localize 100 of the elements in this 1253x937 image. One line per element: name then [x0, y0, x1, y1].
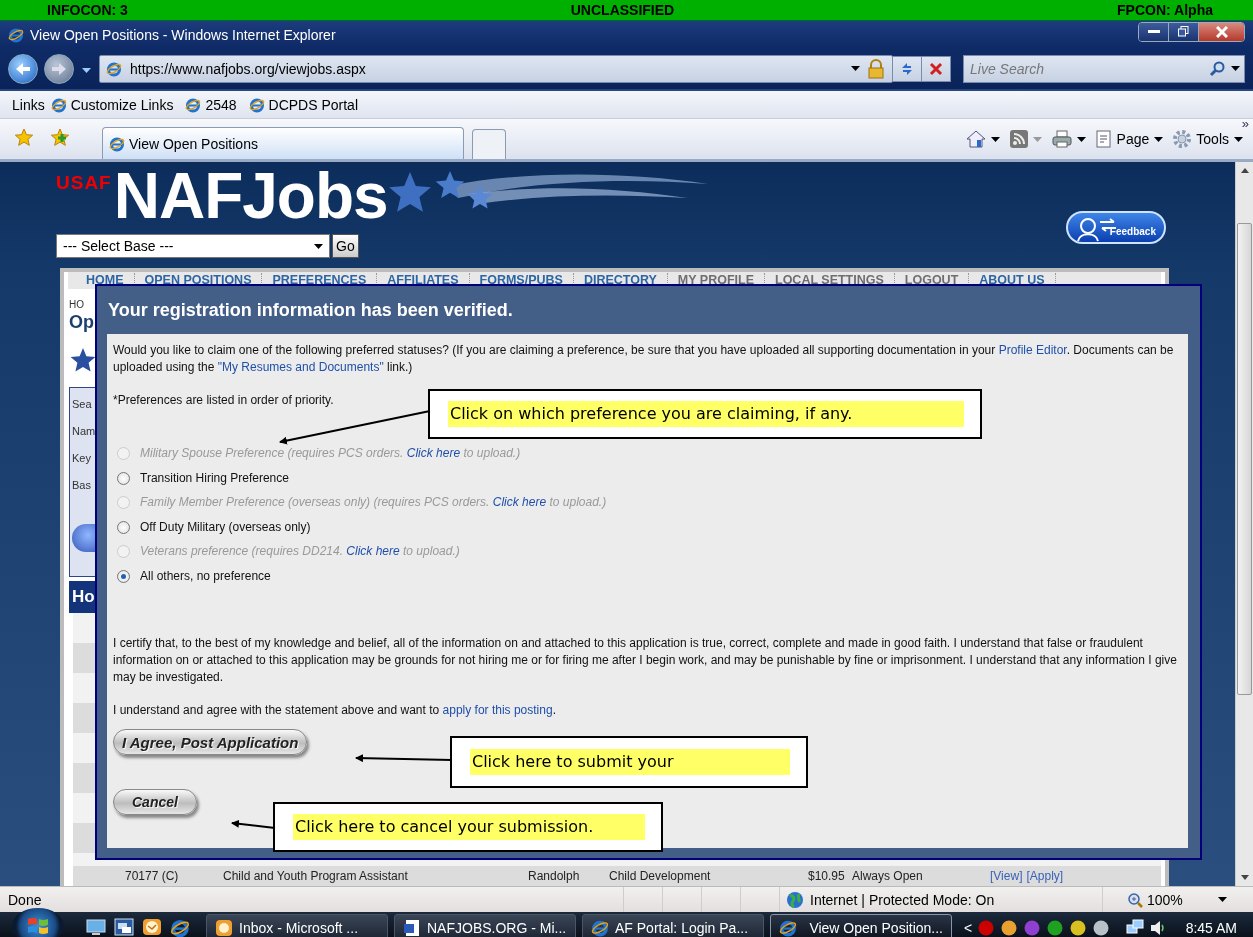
- table-cell-text: Always Open: [852, 869, 924, 883]
- callout-text: Click here to cancel your submission.: [293, 814, 645, 840]
- agree-button[interactable]: I Agree, Post Application: [113, 729, 308, 755]
- browser-icon: [170, 918, 190, 937]
- table-cell-text: Randolph: [528, 869, 581, 883]
- minimize-button[interactable]: [1139, 22, 1169, 41]
- row-link[interactable]: [View]: [990, 869, 1023, 883]
- window-title: View Open Positions - Windows Internet Explorer: [30, 26, 336, 43]
- fpcon-label: FPCON: Alpha: [1117, 2, 1213, 18]
- security-zone[interactable]: Internet | Protected Mode: On: [810, 891, 995, 908]
- scroll-down-icon[interactable]: [1240, 875, 1249, 880]
- page-menu[interactable]: Page: [1095, 130, 1164, 148]
- select-text: --- Select Base ---: [63, 238, 174, 254]
- star-icon: [14, 127, 34, 148]
- volume-icon[interactable]: [1148, 919, 1167, 937]
- feedback-button[interactable]: Feedback: [1066, 211, 1166, 244]
- tray-icon[interactable]: [1000, 919, 1019, 937]
- breadcrumb[interactable]: HO: [69, 299, 84, 310]
- close-icon: [1215, 25, 1228, 38]
- tray-icon[interactable]: [1046, 919, 1065, 937]
- print-button[interactable]: [1051, 130, 1086, 148]
- search-label: Bas: [72, 479, 91, 491]
- caret-icon: [1032, 136, 1042, 142]
- apply-link[interactable]: apply for this posting: [442, 703, 553, 717]
- tray-icon[interactable]: [1092, 919, 1111, 937]
- more-chevron[interactable]: »: [1241, 116, 1249, 131]
- caret-icon: [1231, 66, 1240, 71]
- tray-expand[interactable]: <: [964, 920, 973, 936]
- search-label: Key: [72, 452, 91, 464]
- close-button[interactable]: [1199, 22, 1244, 41]
- back-button[interactable]: [8, 53, 38, 84]
- clock: 8:45 AM: [1185, 920, 1237, 936]
- switch-windows-icon[interactable]: [114, 918, 134, 936]
- forward-button[interactable]: [44, 53, 74, 84]
- taskbar-button[interactable]: NAFJOBS.ORG - Mi...: [394, 914, 576, 937]
- search-icon: [1209, 60, 1225, 77]
- site-logo: NAFJobs: [113, 164, 388, 228]
- favorites-link[interactable]: DCPDS Portal: [248, 96, 358, 113]
- caret-icon: [1234, 136, 1243, 142]
- feeds-button[interactable]: [1009, 130, 1042, 148]
- search-field[interactable]: Live Search: [964, 56, 1205, 81]
- refresh-button[interactable]: [892, 55, 922, 82]
- search-label: Nam: [72, 425, 96, 437]
- restore-button[interactable]: [1169, 22, 1199, 41]
- restore-icon: [1178, 26, 1189, 37]
- table-cell-text: 70177 (C): [125, 869, 180, 883]
- start-button[interactable]: [12, 908, 64, 937]
- table-cell-text: Child and Youth Program Assistant: [223, 869, 409, 883]
- forward-arrow-icon: [51, 61, 67, 76]
- search-box[interactable]: Live Search: [963, 54, 1245, 83]
- table-cell-text: Child Development: [609, 869, 712, 883]
- dropdown-icon: [851, 66, 860, 71]
- minimize-icon: [1147, 29, 1160, 34]
- address-field[interactable]: https://www.nafjobs.org/viewjobs.aspx: [99, 54, 893, 83]
- tray-icon[interactable]: [1069, 919, 1088, 937]
- option-label[interactable]: Transition Hiring Preference: [140, 469, 289, 487]
- status-text: Done: [8, 891, 42, 908]
- table-cell-text: $10.95: [808, 869, 846, 883]
- tools-menu[interactable]: Tools: [1173, 130, 1243, 148]
- logo-tag: USAF: [56, 172, 112, 194]
- home-button[interactable]: [965, 130, 1000, 148]
- browser-icon: [8, 26, 24, 43]
- taskbar-button[interactable]: AF Portal: Login Pa...: [582, 914, 764, 937]
- star-icon: [69, 347, 97, 373]
- documents-link[interactable]: "My Resumes and Documents": [217, 360, 384, 374]
- stop-button[interactable]: [921, 55, 951, 82]
- stop-icon: [929, 61, 943, 76]
- caret-icon: [82, 68, 91, 73]
- option-label[interactable]: All others, no preference: [140, 567, 271, 585]
- base-select[interactable]: --- Select Base ---: [56, 234, 330, 258]
- favorites-link[interactable]: 2548: [185, 96, 237, 113]
- taskbar-button[interactable]: Inbox - Microsoft ...: [206, 914, 388, 937]
- network-icon[interactable]: [1125, 919, 1144, 937]
- caret-icon: [1154, 136, 1164, 142]
- document-icon: [403, 919, 421, 937]
- page-icon: [185, 96, 202, 113]
- url-text: https://www.nafjobs.org/viewjobs.aspx: [130, 60, 366, 77]
- callout-text: Click here to submit your: [470, 749, 790, 775]
- radio-button[interactable]: [117, 569, 130, 583]
- row-link[interactable]: [Apply]: [1026, 869, 1064, 883]
- mail-icon: [215, 919, 233, 937]
- option-label[interactable]: Off Duty Military (overseas only): [140, 518, 311, 536]
- feed-icon: [1009, 130, 1028, 148]
- windows-logo-icon: [27, 916, 49, 936]
- profile-editor-link[interactable]: Profile Editor: [998, 343, 1067, 357]
- cancel-button[interactable]: Cancel: [113, 789, 197, 815]
- caret-icon: [1076, 136, 1086, 142]
- go-button[interactable]: Go: [332, 234, 359, 258]
- classification-label: UNCLASSIFIED: [570, 2, 675, 18]
- browser-tab[interactable]: View Open Positions: [102, 127, 464, 159]
- favorites-link[interactable]: Customize Links: [50, 96, 174, 113]
- scroll-up-icon[interactable]: [1240, 168, 1249, 173]
- radio-button[interactable]: [117, 471, 130, 485]
- scrollbar-thumb[interactable]: [1237, 223, 1252, 695]
- radio-button[interactable]: [117, 520, 130, 534]
- show-desktop-icon[interactable]: [86, 918, 106, 936]
- mail-icon[interactable]: [142, 918, 162, 936]
- priority-note: *Preferences are listed in order of priority.: [113, 392, 334, 409]
- taskbar-button[interactable]: View Open Position...: [770, 914, 952, 937]
- search-label: Sea: [72, 398, 92, 410]
